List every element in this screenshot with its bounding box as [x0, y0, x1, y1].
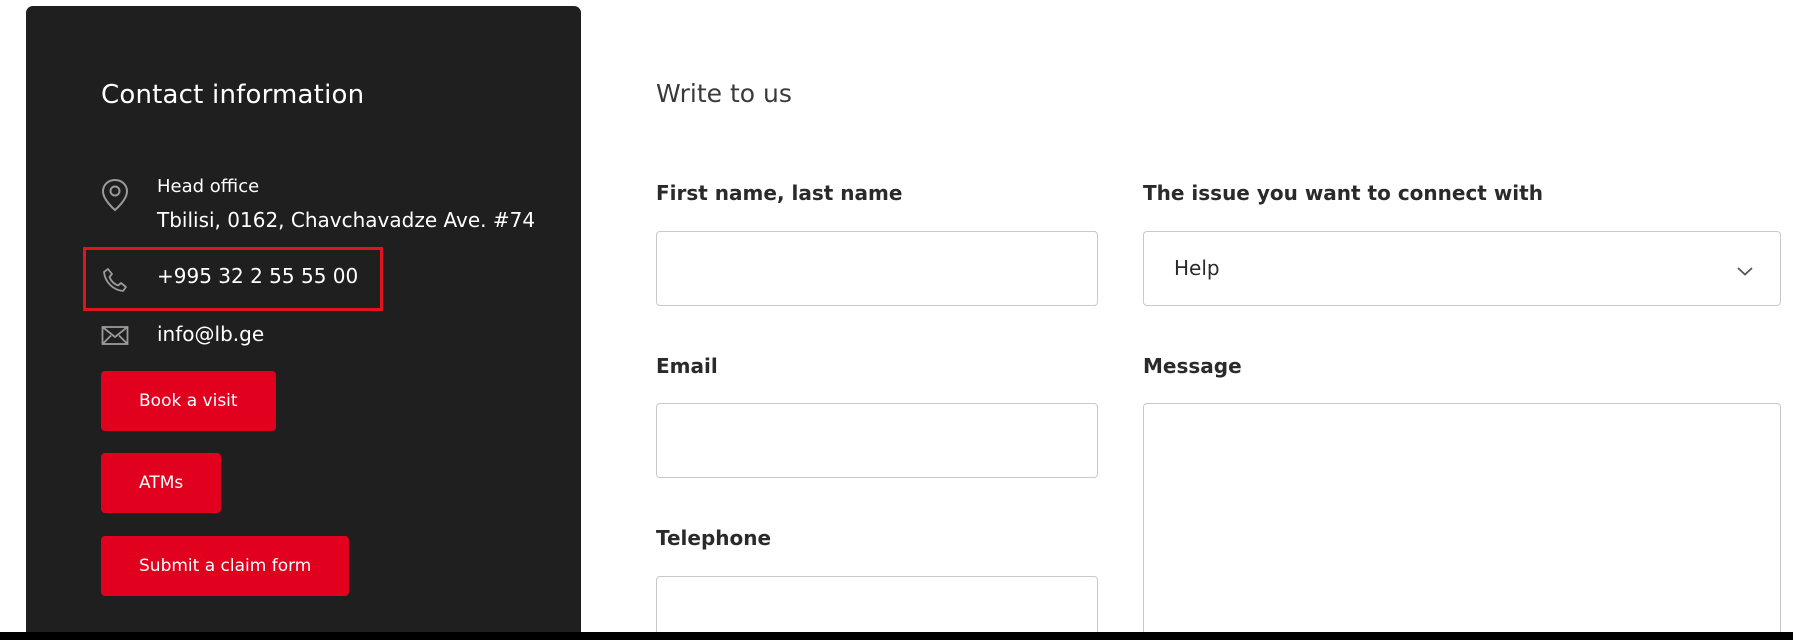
- head-office-label: Head office: [157, 176, 260, 197]
- email-input[interactable]: [656, 403, 1098, 478]
- phone-number[interactable]: +995 32 2 55 55 00: [157, 264, 358, 288]
- envelope-icon: [101, 325, 129, 347]
- location-pin-icon: [101, 178, 129, 212]
- atms-button[interactable]: ATMs: [101, 453, 222, 513]
- email-label: Email: [656, 354, 718, 378]
- form-title: Write to us: [656, 79, 792, 108]
- telephone-label: Telephone: [656, 526, 772, 550]
- bottom-bar: [0, 632, 1793, 640]
- name-input[interactable]: [656, 231, 1098, 306]
- issue-selected-value: Help: [1174, 256, 1220, 280]
- chevron-down-icon: [1736, 262, 1754, 281]
- message-textarea[interactable]: [1143, 403, 1781, 640]
- issue-label: The issue you want to connect with: [1143, 181, 1543, 205]
- issue-select[interactable]: Help: [1143, 231, 1781, 306]
- claim-form-button[interactable]: Submit a claim form: [101, 536, 350, 596]
- email-address[interactable]: info@lb.ge: [157, 322, 264, 346]
- telephone-input[interactable]: [656, 576, 1098, 640]
- phone-icon: [101, 266, 129, 294]
- contact-title: Contact information: [101, 80, 365, 110]
- message-label: Message: [1143, 354, 1242, 378]
- book-visit-button[interactable]: Book a visit: [101, 371, 276, 431]
- head-office-address: Tbilisi, 0162, Chavchavadze Ave. #74: [157, 208, 536, 232]
- name-label: First name, last name: [656, 181, 903, 205]
